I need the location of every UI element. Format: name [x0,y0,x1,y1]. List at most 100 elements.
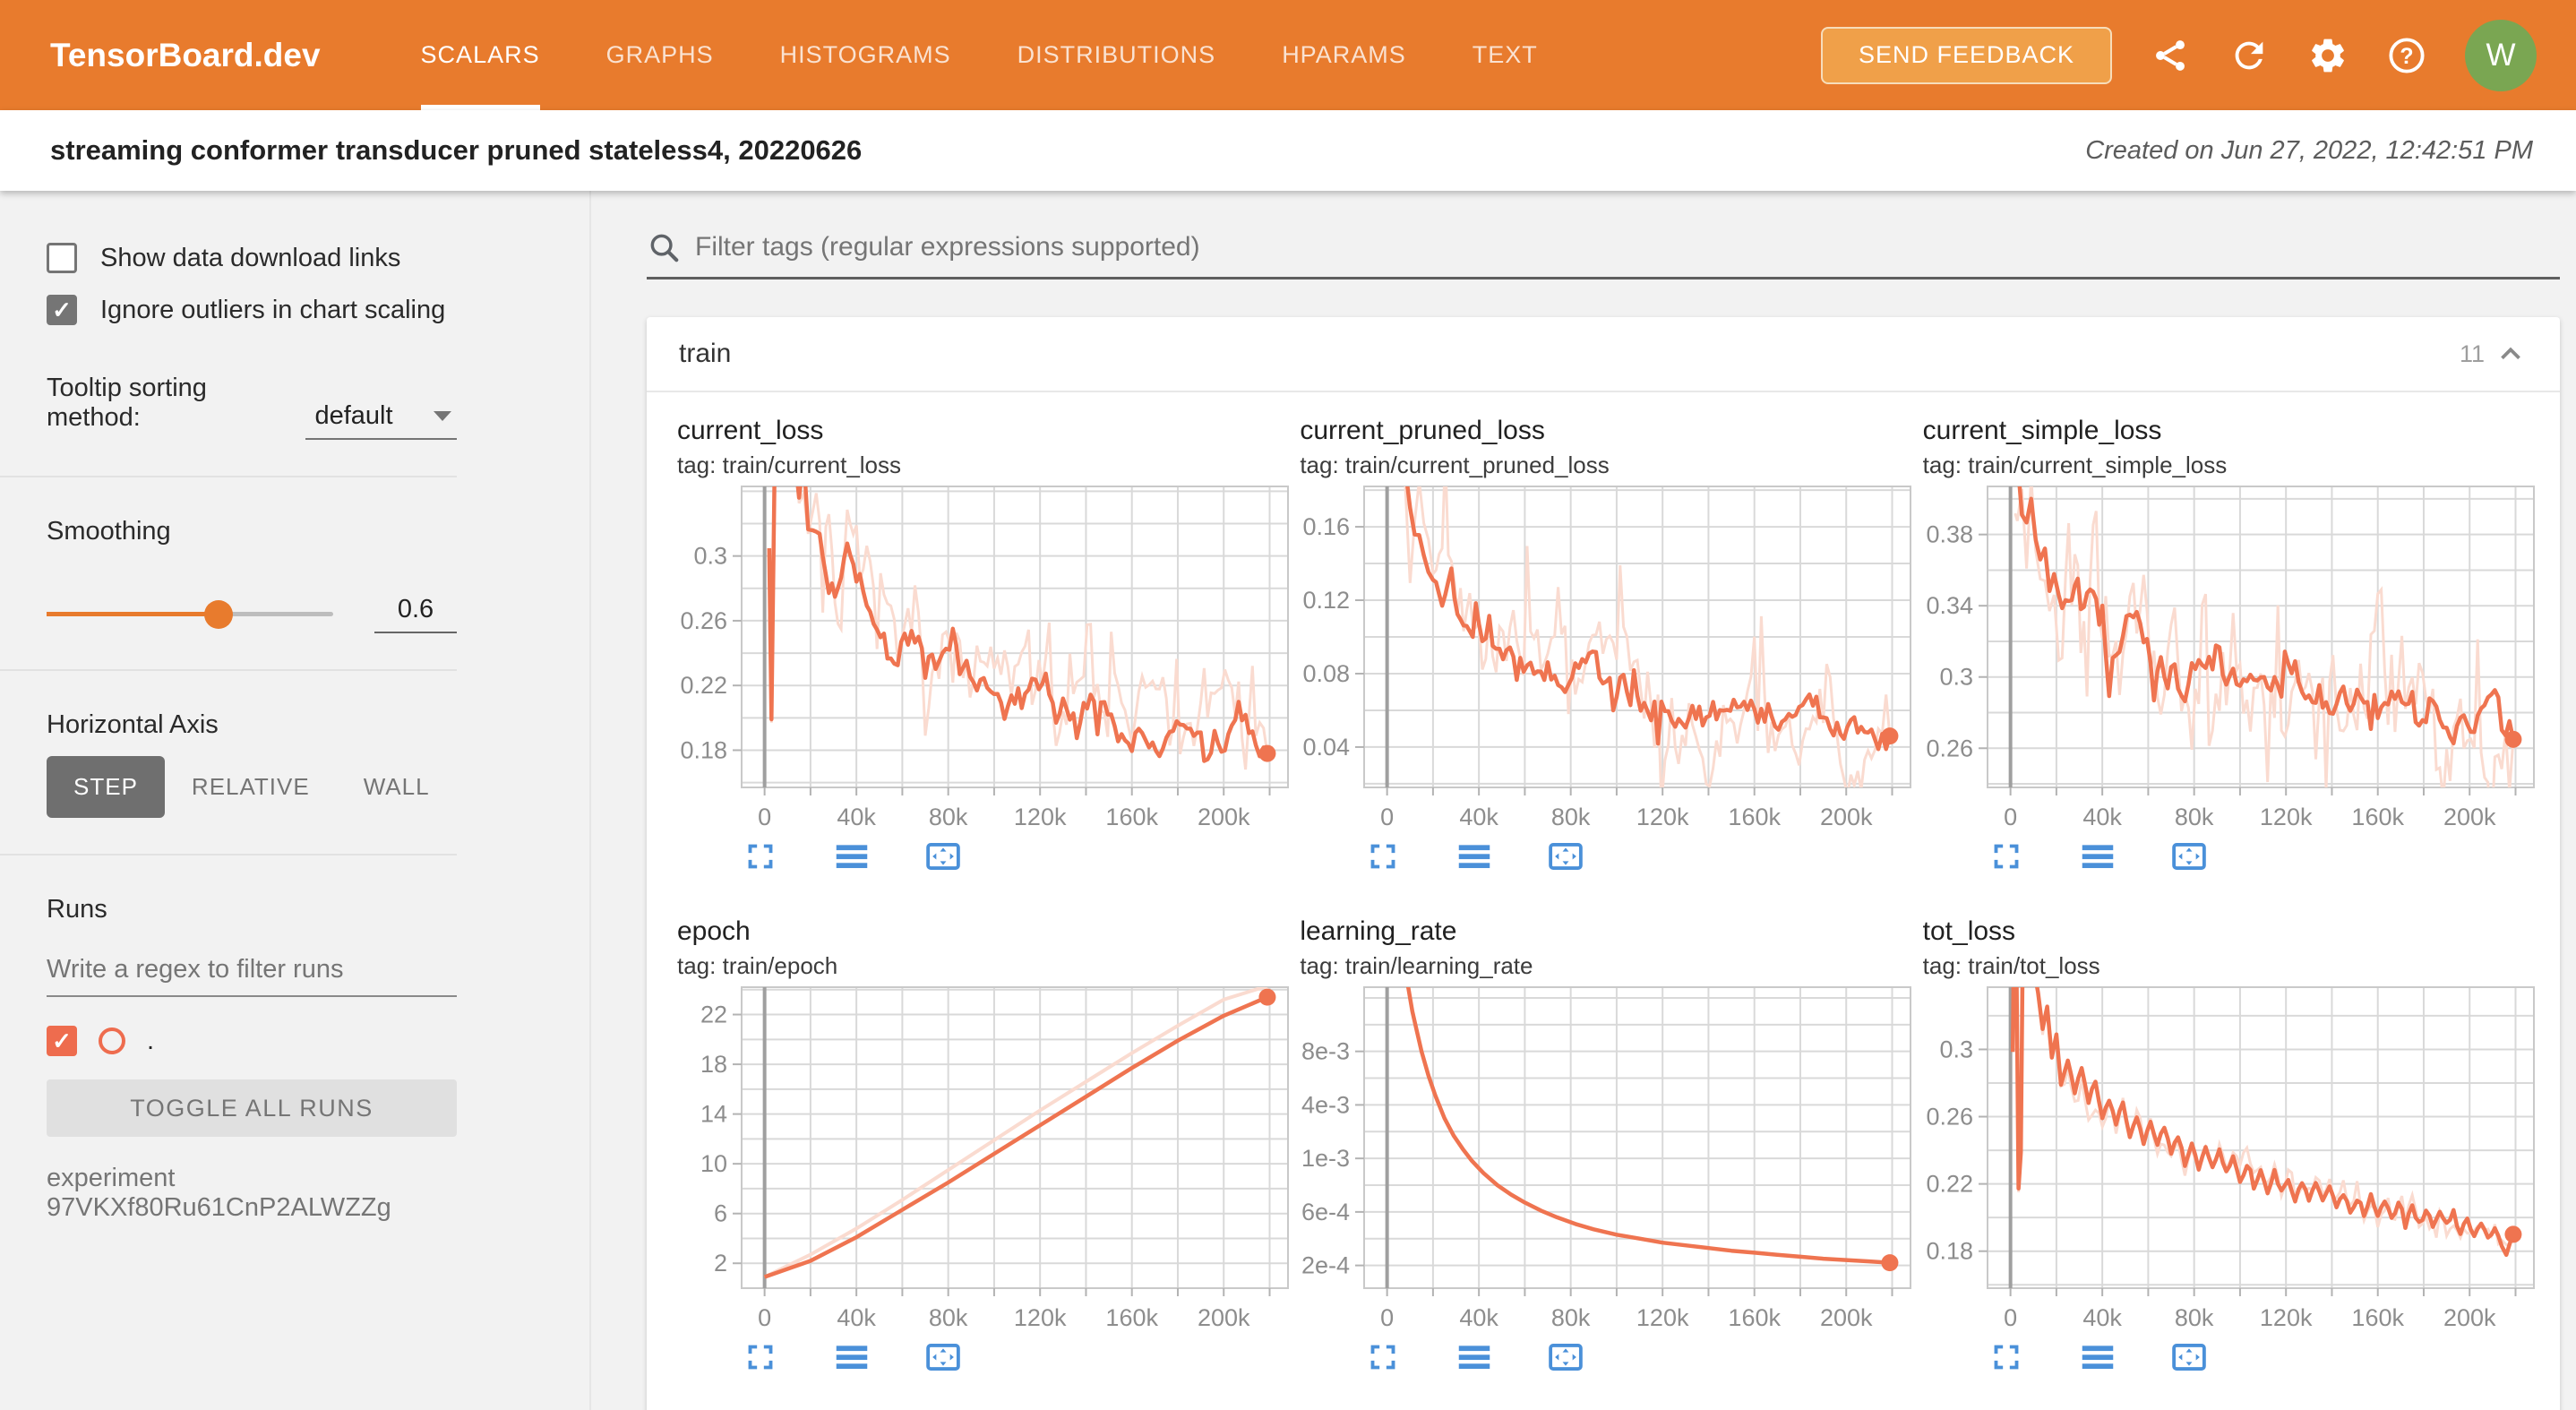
expand-chart-icon[interactable] [1362,836,1404,877]
svg-text:40k: 40k [1460,1304,1499,1331]
header-actions: SEND FEEDBACK ? W [1821,0,2537,110]
chart-tag: tag: train/current_pruned_loss [1300,451,1922,479]
svg-text:120k: 120k [2260,804,2313,830]
train-section-header[interactable]: train 11 [647,317,2560,392]
chart-plot[interactable]: 040k80k120k160k200k0.260.30.340.38 [1923,481,2541,832]
toggle-y-axis-icon[interactable] [1454,1337,1495,1378]
svg-text:0.18: 0.18 [1926,1238,1973,1265]
scalar-chart-card: tot_losstag: train/tot_loss040k80k120k16… [1923,916,2546,1378]
svg-text:0.12: 0.12 [1303,587,1351,614]
svg-text:0.16: 0.16 [1303,513,1351,540]
svg-text:0.22: 0.22 [1926,1171,1973,1198]
horizontal-axis-buttons: STEPRELATIVEWALL [47,756,457,818]
fit-data-icon[interactable] [923,836,964,877]
svg-text:200k: 200k [2443,804,2496,830]
settings-gear-icon[interactable] [2307,35,2348,76]
axis-button-relative[interactable]: RELATIVE [165,756,337,818]
run-checkbox[interactable]: ✓ [47,1026,77,1056]
run-color-circle-icon[interactable] [99,1027,125,1054]
expand-chart-icon[interactable] [1986,836,2027,877]
chart-tag: tag: train/learning_rate [1300,952,1922,980]
chevron-down-icon [434,411,451,421]
chart-title: current_simple_loss [1923,416,2546,446]
chart-title: learning_rate [1300,916,1922,947]
toggle-y-axis-icon[interactable] [2077,1337,2118,1378]
svg-text:0: 0 [758,1304,771,1331]
chart-plot[interactable]: 040k80k120k160k200k0.040.080.120.16 [1300,481,1918,832]
svg-text:2: 2 [714,1250,727,1277]
tag-filter-input[interactable] [695,232,2560,262]
fit-data-icon[interactable] [1545,1337,1586,1378]
tab-histograms[interactable]: HISTOGRAMS [780,0,951,110]
tab-graphs[interactable]: GRAPHS [606,0,714,110]
help-icon[interactable]: ? [2386,35,2427,76]
slider-thumb[interactable] [204,600,233,629]
toggle-all-runs-button[interactable]: TOGGLE ALL RUNS [47,1079,457,1137]
svg-text:40k: 40k [837,1304,876,1331]
chart-plot[interactable]: 040k80k120k160k200k2e-46e-41e-31.4e-31.8… [1300,982,1918,1333]
toggle-y-axis-icon[interactable] [831,836,872,877]
checkbox-row[interactable]: ✓Ignore outliers in chart scaling [47,295,457,325]
tab-text[interactable]: TEXT [1473,0,1538,110]
section-name: train [679,339,731,369]
checkbox-checked[interactable]: ✓ [47,295,77,325]
expand-chart-icon[interactable] [740,836,781,877]
svg-text:18: 18 [700,1051,727,1078]
send-feedback-button[interactable]: SEND FEEDBACK [1821,27,2112,84]
expand-chart-icon[interactable] [1362,1337,1404,1378]
svg-text:0.3: 0.3 [693,543,727,570]
checkbox-unchecked[interactable] [47,243,77,273]
smoothing-value[interactable]: 0.6 [374,595,457,633]
toggle-y-axis-icon[interactable] [1454,836,1495,877]
refresh-icon[interactable] [2228,35,2270,76]
chart-plot[interactable]: 040k80k120k160k200k2610141822 [677,982,1295,1333]
axis-button-step[interactable]: STEP [47,756,165,818]
svg-text:0.08: 0.08 [1303,660,1351,687]
share-icon[interactable] [2150,35,2191,76]
tab-scalars[interactable]: SCALARS [421,0,540,110]
user-avatar[interactable]: W [2465,20,2537,91]
svg-text:80k: 80k [929,804,968,830]
axis-button-wall[interactable]: WALL [337,756,457,818]
fit-data-icon[interactable] [923,1337,964,1378]
svg-text:1e-3: 1e-3 [1301,1145,1350,1172]
chart-title: epoch [677,916,1300,947]
smoothing-label: Smoothing [47,517,457,546]
svg-text:200k: 200k [2443,1304,2496,1331]
svg-text:1.8e-3: 1.8e-3 [1300,1038,1350,1065]
tab-hparams[interactable]: HPARAMS [1282,0,1406,110]
tooltip-sorting-select[interactable]: default [305,401,457,440]
checkbox-label: Show data download links [100,244,400,273]
nav-tabs: SCALARS GRAPHS HISTOGRAMS DISTRIBUTIONS HPAR… [421,0,1538,110]
svg-text:160k: 160k [1105,1304,1158,1331]
smoothing-slider[interactable] [47,612,333,616]
runs-filter-input[interactable] [47,955,457,997]
chart-title: current_pruned_loss [1300,416,1922,446]
expand-chart-icon[interactable] [740,1337,781,1378]
svg-text:120k: 120k [1014,804,1067,830]
svg-text:22: 22 [700,1002,727,1028]
svg-text:0: 0 [1380,804,1394,830]
run-name: . [147,1027,154,1056]
fit-data-icon[interactable] [2168,1337,2210,1378]
expand-chart-icon[interactable] [1986,1337,2027,1378]
horizontal-axis-label: Horizontal Axis [47,710,457,740]
toggle-y-axis-icon[interactable] [2077,836,2118,877]
svg-text:160k: 160k [2351,1304,2404,1331]
chart-plot[interactable]: 040k80k120k160k200k0.180.220.260.3 [1923,982,2541,1333]
chevron-up-icon[interactable] [2494,337,2528,371]
scalar-chart-card: current_simple_losstag: train/current_si… [1923,416,2546,877]
slider-fill [47,612,219,616]
checkbox-row[interactable]: Show data download links [47,243,457,273]
fit-data-icon[interactable] [2168,836,2210,877]
tab-distributions[interactable]: DISTRIBUTIONS [1018,0,1216,110]
svg-text:200k: 200k [1198,804,1250,830]
chart-plot[interactable]: 040k80k120k160k200k0.180.220.260.3 [677,481,1295,832]
svg-text:0: 0 [1380,1304,1394,1331]
svg-text:0.26: 0.26 [1926,1104,1973,1131]
main-content: train 11 current_losstag: train/current_… [591,191,2576,1410]
svg-text:0.18: 0.18 [680,736,727,763]
fit-data-icon[interactable] [1545,836,1586,877]
scalar-chart-card: learning_rate tag: train/learning_rate 0 40… [1300,916,1922,1378]
toggle-y-axis-icon[interactable] [831,1337,872,1378]
